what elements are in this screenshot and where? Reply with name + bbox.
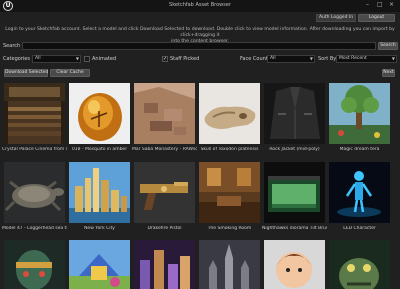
animated-checkbox[interactable] <box>84 56 90 62</box>
model-name: 018 - Mosquito in amber <box>71 147 128 152</box>
sort-by-value: Most Recent <box>339 56 367 61</box>
model-name: Drakefire Pistol <box>147 226 182 231</box>
clear-cache-button[interactable]: Clear Cache <box>50 69 90 77</box>
model-thumbnail[interactable] <box>329 162 390 223</box>
model-thumbnail[interactable] <box>4 240 65 289</box>
download-selected-button[interactable]: Download Selected <box>4 69 48 77</box>
model-name: New York City <box>84 226 115 231</box>
model-grid: Crystal Palace Cinema from realityvirtua… <box>2 83 399 289</box>
model-thumbnail[interactable] <box>134 83 195 144</box>
model-thumbnail[interactable] <box>69 162 130 223</box>
model-name: Skull of Toxodon platensis <box>200 147 259 152</box>
model-name: The Smoking Room <box>207 226 252 231</box>
animated-label: Animated <box>92 56 117 62</box>
search-row: Search Search <box>3 42 399 51</box>
logout-button[interactable]: Logout <box>358 14 395 22</box>
model-name: Nighthawks diorama Tilt Brush <box>262 226 327 231</box>
model-thumbnail[interactable] <box>69 240 130 289</box>
chevron-down-icon: ▼ <box>391 56 395 61</box>
categories-label: Categories <box>3 56 30 62</box>
model-thumbnail[interactable] <box>4 83 65 144</box>
model-name: Model 47 - Loggerhead sea turtle <box>2 226 67 231</box>
filter-row: Categories All ▼ Animated ✓ Staff Picked… <box>3 55 399 64</box>
face-count-select[interactable]: All ▼ <box>267 55 315 63</box>
chevron-down-icon: ▼ <box>75 56 79 61</box>
model-thumbnail[interactable] <box>329 83 390 144</box>
model-thumbnail[interactable] <box>199 83 260 144</box>
model-thumbnail[interactable] <box>264 162 325 223</box>
face-count-label: Face Count <box>240 56 268 62</box>
instructions-line-1: Login to your Sketchfab account. Select … <box>5 27 395 38</box>
sort-by-select[interactable]: Most Recent ▼ <box>336 55 397 63</box>
face-count-value: All <box>270 56 276 61</box>
model-thumbnail[interactable] <box>4 162 65 223</box>
model-name: Crystal Palace Cinema from realityvirtua… <box>2 147 67 152</box>
categories-select[interactable]: All ▼ <box>32 55 81 63</box>
categories-value: All <box>35 56 41 61</box>
search-button[interactable]: Search <box>378 42 398 50</box>
search-input[interactable] <box>22 42 376 50</box>
model-name: Magic dream tera <box>339 147 380 152</box>
auth-status: Auth Logged In <box>316 14 356 22</box>
model-name: LED Character <box>343 226 376 231</box>
model-thumbnail[interactable] <box>134 240 195 289</box>
model-thumbnail[interactable] <box>199 162 260 223</box>
model-thumbnail[interactable] <box>264 83 325 144</box>
model-thumbnail[interactable] <box>69 83 130 144</box>
title-bar: U Sketchfab Asset Browser – □ × <box>0 0 400 12</box>
model-thumbnail[interactable] <box>134 162 195 223</box>
maximize-icon[interactable]: □ <box>377 1 383 9</box>
next-button[interactable]: Next <box>382 69 395 77</box>
minimize-icon[interactable]: – <box>366 1 369 9</box>
model-thumbnail[interactable] <box>329 240 390 289</box>
checkmark-icon: ✓ <box>163 56 168 62</box>
staff-picked-label: Staff Picked <box>170 56 200 62</box>
staff-picked-checkbox[interactable]: ✓ <box>162 56 168 62</box>
model-thumbnail[interactable] <box>264 240 325 289</box>
search-label: Search <box>3 43 21 49</box>
model-thumbnail[interactable] <box>199 240 260 289</box>
model-name: Mar Saba Monastery - RAWscan <box>132 147 197 152</box>
chevron-down-icon: ▼ <box>309 56 313 61</box>
window-title: Sketchfab Asset Browser <box>169 2 231 8</box>
model-name: Rock Jacket (mid-poly) <box>269 147 320 152</box>
close-icon[interactable]: × <box>389 1 394 9</box>
sort-by-label: Sort By <box>318 56 337 62</box>
